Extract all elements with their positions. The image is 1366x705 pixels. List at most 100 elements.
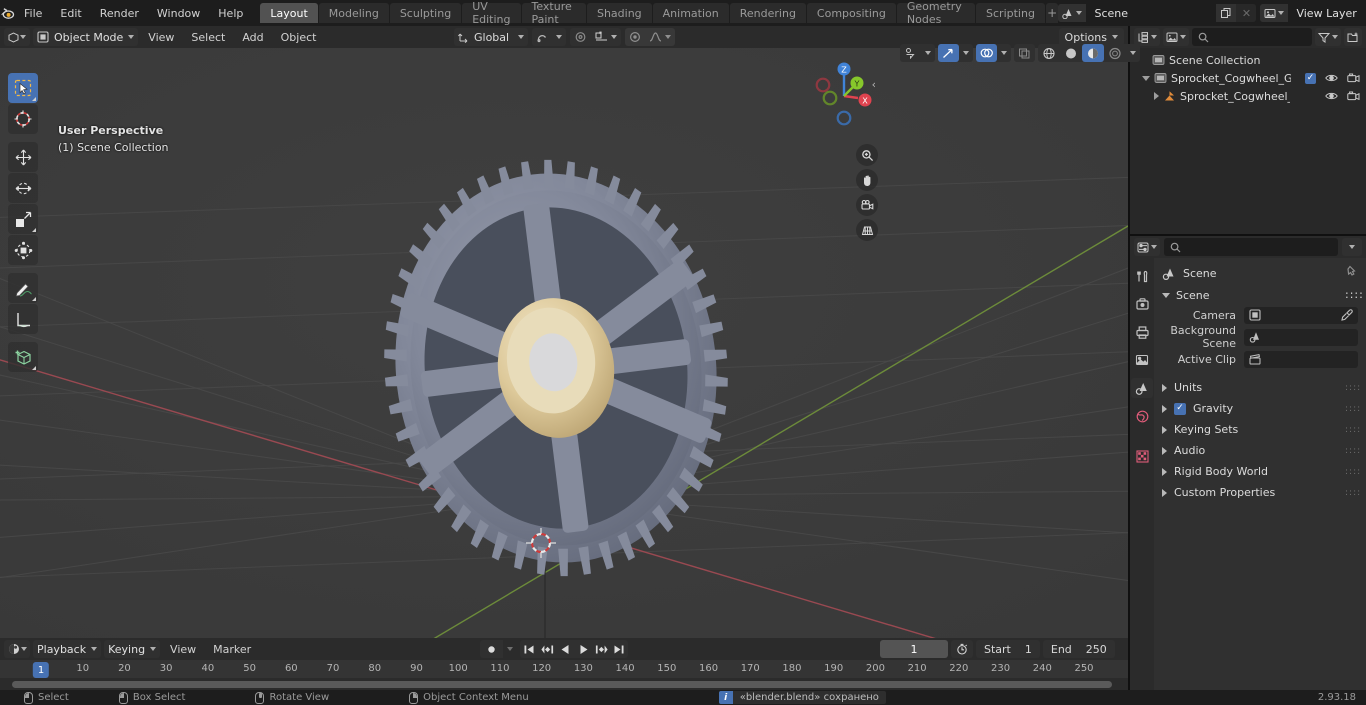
camera-view-button[interactable] bbox=[856, 194, 878, 216]
falloff-curve-icon[interactable] bbox=[645, 28, 675, 46]
background-scene-field-value[interactable] bbox=[1244, 328, 1358, 346]
workspace-tab-compositing[interactable]: Compositing bbox=[806, 3, 896, 23]
properties-tab-render[interactable] bbox=[1131, 294, 1153, 314]
add-cube-tool[interactable] bbox=[8, 342, 38, 372]
unlink-x-icon[interactable]: ✕ bbox=[1236, 4, 1257, 22]
expander-closed-icon[interactable] bbox=[1162, 467, 1167, 476]
show-gizmo-icon[interactable] bbox=[938, 44, 959, 62]
panel-header-gravity[interactable]: ✓ Gravity :::: bbox=[1154, 398, 1366, 419]
properties-tab-tool[interactable] bbox=[1131, 266, 1153, 286]
proportional-edit-icon[interactable] bbox=[570, 28, 591, 46]
workspace-tab-scripting[interactable]: Scripting bbox=[976, 3, 1045, 23]
duplicate-icon[interactable] bbox=[1216, 4, 1237, 22]
shading-material-preview-icon[interactable] bbox=[1082, 44, 1104, 62]
blender-logo-icon[interactable] bbox=[0, 0, 15, 26]
panel-header-units[interactable]: Units :::: bbox=[1154, 377, 1366, 398]
transform-orientation-dropdown[interactable]: Global bbox=[454, 28, 528, 46]
gizmo-chevron-icon[interactable] bbox=[959, 44, 973, 62]
expander-closed-icon[interactable] bbox=[1162, 404, 1167, 413]
scale-tool[interactable] bbox=[8, 204, 38, 234]
shading-chevron-icon[interactable] bbox=[1126, 44, 1140, 62]
record-keyframe-icon[interactable] bbox=[480, 640, 503, 658]
add-workspace-button[interactable]: + bbox=[1045, 3, 1059, 23]
auto-keying-chevron-icon[interactable] bbox=[503, 640, 517, 658]
viewport-menu-select[interactable]: Select bbox=[184, 28, 232, 46]
menu-file[interactable]: File bbox=[15, 3, 51, 23]
new-collection-icon[interactable] bbox=[1344, 28, 1362, 46]
timeline-menu-marker[interactable]: Marker bbox=[206, 640, 258, 658]
outliner-row-gear-collection[interactable]: Sprocket_Cogwheel_Gear_00 ✓ bbox=[1130, 69, 1366, 87]
shading-solid-icon[interactable] bbox=[1060, 44, 1082, 62]
outliner-row-scene-collection[interactable]: Scene Collection bbox=[1130, 51, 1366, 69]
expander-closed-icon[interactable] bbox=[1162, 488, 1167, 497]
navigation-gizmo[interactable]: Z Y X bbox=[808, 56, 878, 126]
snap-options-chevron-icon[interactable] bbox=[552, 28, 566, 46]
properties-tab-view-layer[interactable] bbox=[1131, 350, 1153, 370]
expander-closed-icon[interactable] bbox=[1154, 92, 1159, 100]
workspace-tab-modeling[interactable]: Modeling bbox=[318, 3, 389, 23]
jump-next-keyframe-button[interactable] bbox=[592, 640, 610, 658]
pan-view-button[interactable] bbox=[856, 169, 878, 191]
proportional-falloff-icon[interactable] bbox=[591, 28, 621, 46]
camera-render-icon[interactable] bbox=[1347, 73, 1360, 83]
properties-editor-type-icon[interactable] bbox=[1134, 238, 1160, 256]
viewport-menu-add[interactable]: Add bbox=[235, 28, 270, 46]
annotate-tool[interactable] bbox=[8, 273, 38, 303]
properties-tab-world[interactable] bbox=[1131, 406, 1153, 426]
viewport-menu-object[interactable]: Object bbox=[274, 28, 324, 46]
viewlayer-datablock[interactable]: View Layer ✕ bbox=[1260, 4, 1366, 22]
panel-header-audio[interactable]: Audio :::: bbox=[1154, 440, 1366, 461]
measure-tool[interactable] bbox=[8, 304, 38, 334]
scene-datablock[interactable]: Scene ✕ bbox=[1058, 4, 1257, 22]
workspace-tab-rendering[interactable]: Rendering bbox=[729, 3, 806, 23]
expander-closed-icon[interactable] bbox=[1162, 425, 1167, 434]
menu-window[interactable]: Window bbox=[148, 3, 209, 23]
eyedropper-icon[interactable] bbox=[1341, 309, 1353, 321]
shading-rendered-icon[interactable] bbox=[1104, 44, 1126, 62]
play-reverse-button[interactable] bbox=[556, 640, 574, 658]
object-visibility-chevron-icon[interactable] bbox=[921, 44, 935, 62]
panel-header-custom-properties[interactable]: Custom Properties :::: bbox=[1154, 482, 1366, 503]
jump-to-start-button[interactable] bbox=[520, 640, 538, 658]
outliner-search-input[interactable] bbox=[1192, 28, 1312, 46]
tweak-select-box-tool[interactable] bbox=[8, 73, 38, 103]
scene-icon[interactable] bbox=[1058, 4, 1087, 22]
play-button[interactable] bbox=[574, 640, 592, 658]
eye-icon[interactable] bbox=[1325, 73, 1338, 83]
properties-tab-texture[interactable] bbox=[1131, 446, 1153, 466]
expander-open-icon[interactable] bbox=[1142, 75, 1150, 81]
eye-icon[interactable] bbox=[1325, 91, 1338, 101]
exclude-checkbox[interactable]: ✓ bbox=[1305, 72, 1316, 84]
3d-viewport[interactable]: User Perspective (1) Scene Collection Z … bbox=[0, 48, 1128, 638]
camera-render-icon[interactable] bbox=[1347, 91, 1360, 101]
toggle-xray-icon[interactable] bbox=[1014, 44, 1035, 62]
properties-tab-output[interactable] bbox=[1131, 322, 1153, 342]
zoom-view-button[interactable] bbox=[856, 144, 878, 166]
menu-help[interactable]: Help bbox=[209, 3, 252, 23]
panel-header-rigid-body-world[interactable]: Rigid Body World :::: bbox=[1154, 461, 1366, 482]
active-clip-field-value[interactable] bbox=[1244, 350, 1358, 368]
timeline-horizontal-scrollbar[interactable] bbox=[12, 681, 1112, 688]
viewlayer-name[interactable]: View Layer bbox=[1288, 4, 1366, 22]
timeline-playhead[interactable]: 1 bbox=[32, 662, 50, 678]
mode-selector[interactable]: Object Mode bbox=[33, 28, 139, 46]
status-notification[interactable]: i «blender.blend» сохранено bbox=[718, 691, 886, 704]
timeline-menu-view[interactable]: View bbox=[163, 640, 203, 658]
frame-start-field[interactable]: Start 1 bbox=[976, 640, 1040, 658]
camera-field-value[interactable] bbox=[1244, 306, 1358, 324]
filter-funnel-icon[interactable] bbox=[1315, 28, 1341, 46]
viewport-sidebar-toggle-icon[interactable]: ‹ bbox=[872, 78, 876, 91]
timeline-playback-menu[interactable]: Playback bbox=[33, 640, 102, 658]
overlays-chevron-icon[interactable] bbox=[997, 44, 1011, 62]
properties-options-chevron-icon[interactable] bbox=[1342, 238, 1362, 256]
timeline-keying-menu[interactable]: Keying bbox=[104, 640, 161, 658]
expander-open-icon[interactable] bbox=[1162, 292, 1170, 298]
viewport-menu-view[interactable]: View bbox=[141, 28, 181, 46]
show-overlays-icon[interactable] bbox=[976, 44, 997, 62]
timeline-editor-icon[interactable] bbox=[4, 640, 30, 658]
rotate-tool[interactable] bbox=[8, 173, 38, 203]
view-layer-icon[interactable] bbox=[1260, 4, 1289, 22]
current-frame-field[interactable]: 1 bbox=[880, 640, 948, 658]
panel-header-scene[interactable]: Scene :::: bbox=[1154, 285, 1366, 305]
gravity-checkbox[interactable]: ✓ bbox=[1174, 402, 1186, 415]
